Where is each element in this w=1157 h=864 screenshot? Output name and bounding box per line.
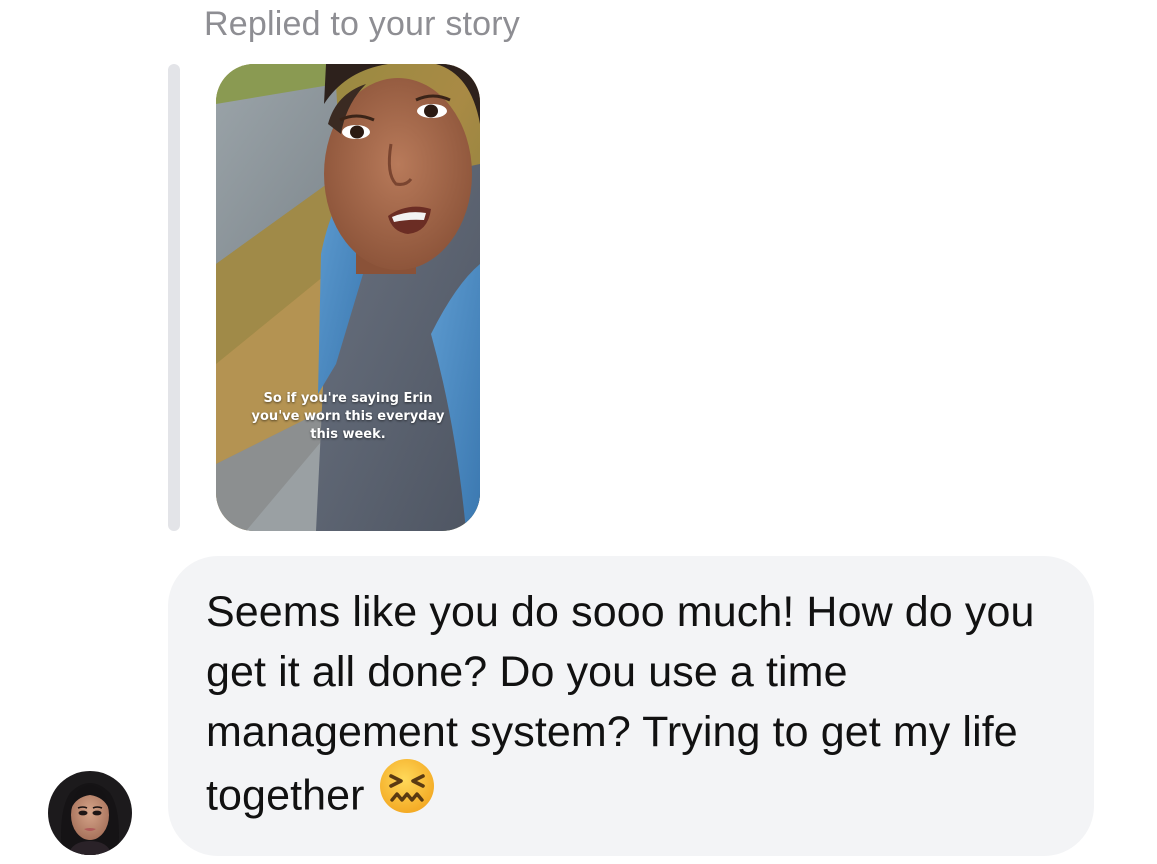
- story-image: [216, 64, 480, 531]
- reply-context-label: Replied to your story: [204, 5, 521, 43]
- story-caption-line: this week.: [310, 427, 386, 442]
- story-caption: So if you're saying Erin you've worn thi…: [216, 390, 480, 444]
- story-caption-line: So if you're saying Erin: [263, 391, 433, 406]
- story-caption-line: you've worn this everyday: [251, 409, 445, 424]
- confounded-face-emoji-icon: [379, 758, 435, 830]
- reply-indicator-bar: [168, 64, 180, 531]
- sender-avatar[interactable]: [48, 771, 132, 855]
- message-bubble[interactable]: Seems like you do sooo much! How do you …: [168, 556, 1094, 856]
- story-preview-thumbnail[interactable]: So if you're saying Erin you've worn thi…: [216, 64, 480, 531]
- message-text: Seems like you do sooo much! How do you …: [206, 588, 1035, 820]
- message-content: Seems like you do sooo much! How do you …: [206, 582, 1058, 834]
- avatar-photo-icon: [48, 771, 132, 855]
